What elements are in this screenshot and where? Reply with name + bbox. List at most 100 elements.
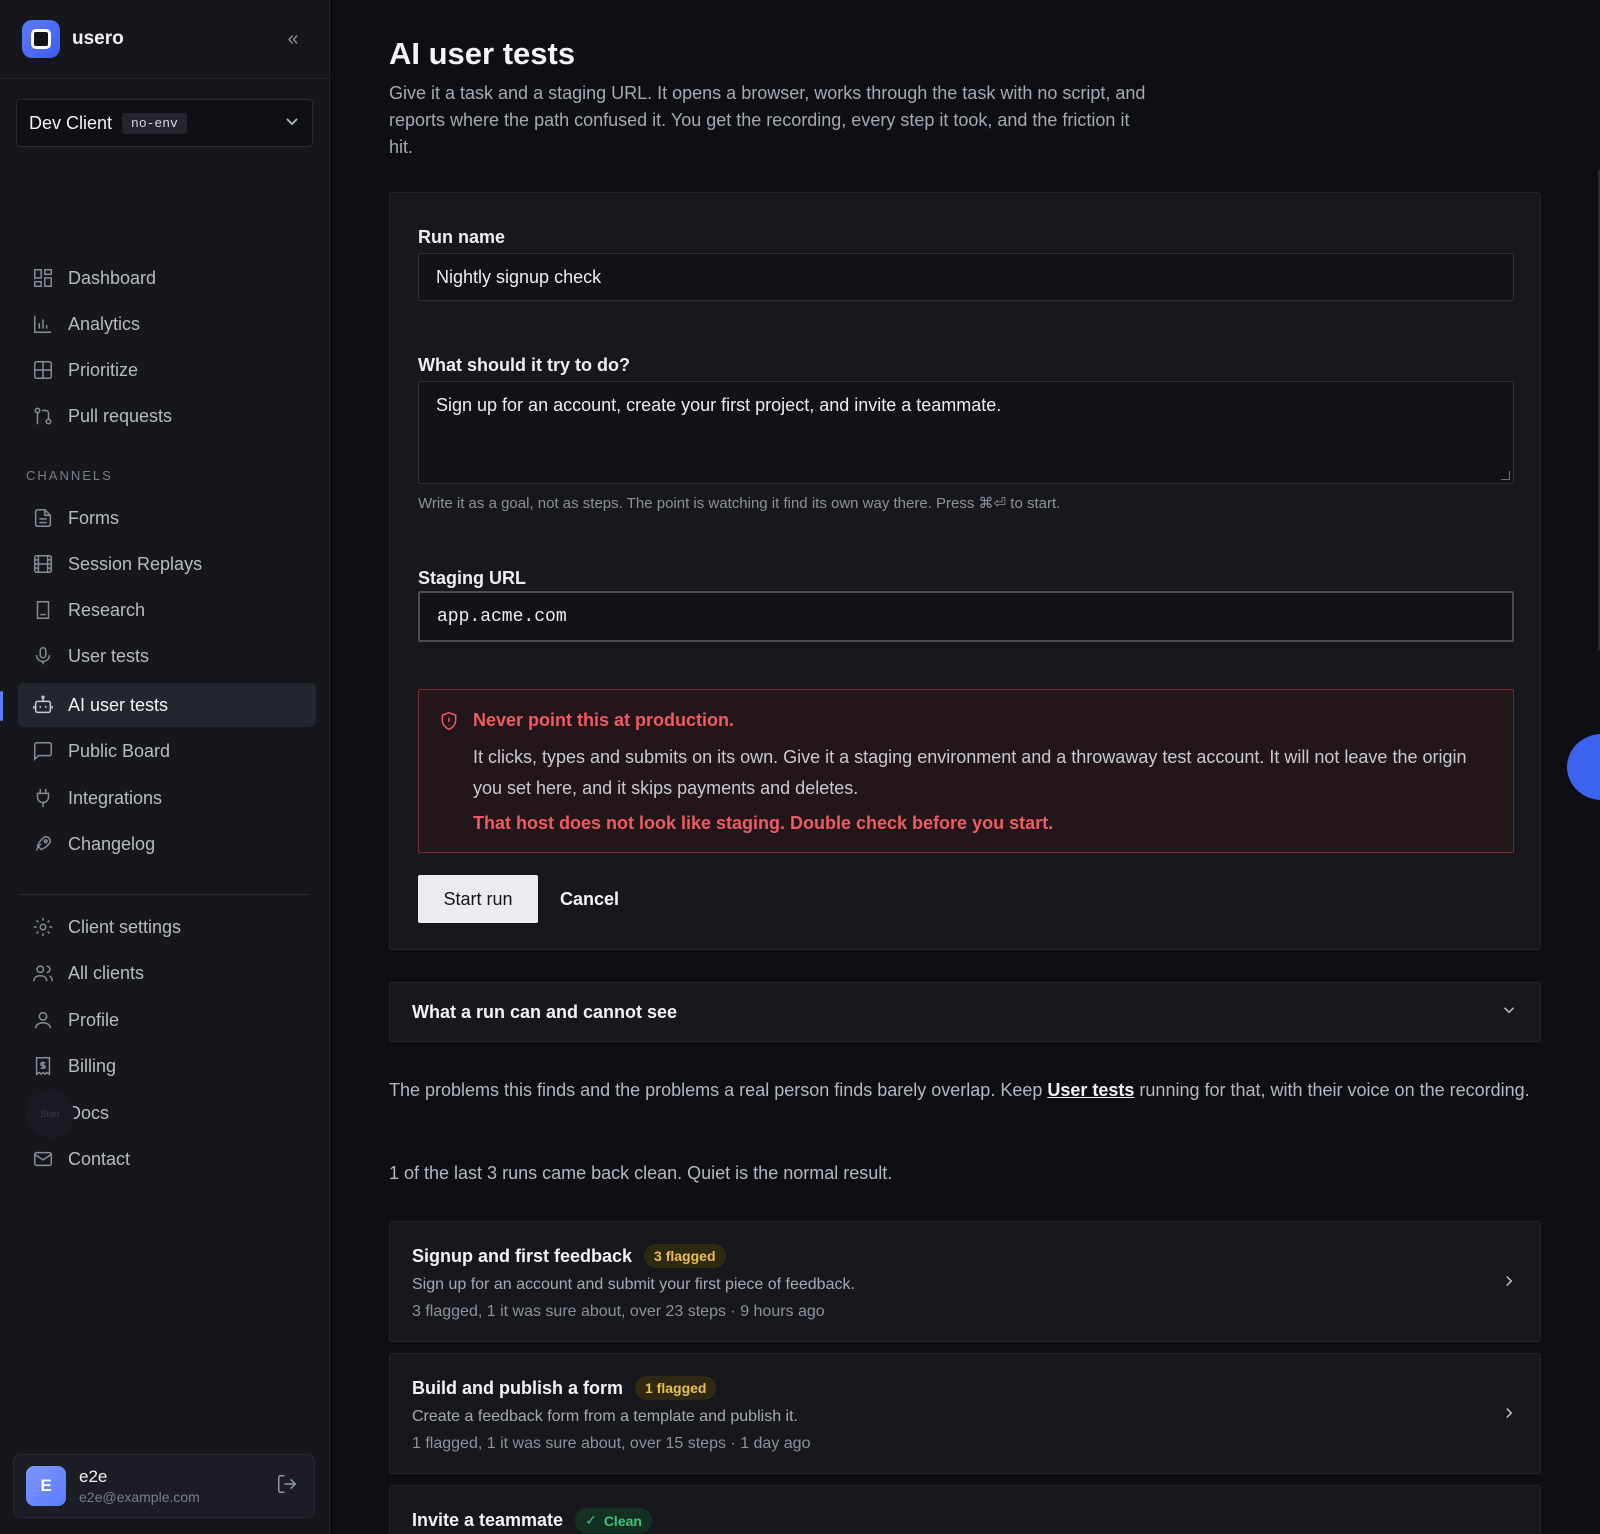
client-selector[interactable]: Dev Client no-env bbox=[16, 99, 313, 147]
flagged-badge: 3 flagged bbox=[644, 1244, 726, 1268]
note-text: running for that, with their voice on th… bbox=[1134, 1080, 1530, 1100]
warning-title: Never point this at production. bbox=[473, 710, 735, 730]
users-icon bbox=[33, 965, 53, 982]
client-name: Dev Client bbox=[29, 112, 113, 133]
sidebar-item-label: Public Board bbox=[68, 740, 171, 761]
accordion-title: What a run can and cannot see bbox=[412, 1001, 678, 1022]
message-square-icon bbox=[34, 742, 52, 762]
sidebar-item-analytics[interactable]: Analytics bbox=[18, 302, 316, 346]
staging-url-label: Staging URL bbox=[418, 568, 526, 588]
pull-request-icon bbox=[34, 407, 52, 425]
sidebar-item-label: Integrations bbox=[68, 787, 163, 808]
sidebar-item-label: Dashboard bbox=[68, 267, 157, 288]
sidebar-item-label: Docs bbox=[68, 1102, 110, 1123]
user-name: e2e bbox=[79, 1467, 108, 1486]
sidebar-item-session-replays[interactable]: Session Replays bbox=[18, 542, 316, 586]
plug-icon bbox=[36, 788, 50, 808]
sidebar-item-ai-user-tests[interactable]: AI user tests bbox=[18, 683, 316, 727]
run-title: Signup and first feedback bbox=[412, 1245, 633, 1266]
sidebar-divider bbox=[18, 894, 310, 895]
sidebar-item-label: Profile bbox=[68, 1009, 120, 1030]
analytics-icon bbox=[34, 315, 52, 333]
run-name-input[interactable]: Nightly signup check bbox=[418, 253, 1514, 301]
sidebar-item-forms[interactable]: Forms bbox=[18, 496, 316, 540]
note-text: The problems this finds and the problems… bbox=[389, 1080, 1048, 1100]
avatar: E bbox=[26, 1466, 66, 1506]
sidebar-item-label: All clients bbox=[68, 962, 145, 983]
receipt-icon bbox=[35, 1057, 51, 1076]
microphone-icon bbox=[35, 647, 51, 665]
logout-icon[interactable] bbox=[276, 1473, 302, 1499]
sidebar-item-public-board[interactable]: Public Board bbox=[18, 729, 316, 773]
sidebar-item-user-tests[interactable]: User tests bbox=[18, 634, 316, 678]
sidebar-item-changelog[interactable]: Changelog bbox=[18, 822, 316, 866]
run-title: Build and publish a form bbox=[412, 1377, 623, 1398]
chevron-right-icon bbox=[1500, 1404, 1518, 1427]
production-warning: Never point this at production. It click… bbox=[418, 689, 1514, 853]
brand-header: usero « bbox=[0, 0, 329, 79]
sidebar-item-prioritize[interactable]: Prioritize bbox=[18, 348, 316, 392]
sidebar-item-profile[interactable]: Profile bbox=[18, 998, 316, 1042]
run-meta: 1 flagged, 1 it was sure about, over 15 … bbox=[412, 1435, 811, 1452]
sidebar-item-research[interactable]: Research bbox=[18, 588, 316, 632]
gear-icon bbox=[33, 917, 53, 937]
staging-host-alert: That host does not look like staging. Do… bbox=[473, 813, 1054, 833]
sidebar-item-label: Session Replays bbox=[68, 553, 203, 574]
cancel-button[interactable]: Cancel bbox=[560, 875, 619, 923]
run-meta: 3 flagged, 1 it was sure about, over 23 … bbox=[412, 1303, 825, 1320]
sidebar-item-label: User tests bbox=[68, 645, 150, 666]
shield-alert-icon bbox=[439, 711, 459, 731]
sidebar-item-contact[interactable]: Contact bbox=[18, 1137, 316, 1181]
run-title: Invite a teammate bbox=[412, 1510, 564, 1530]
form-icon bbox=[34, 509, 52, 527]
resize-handle-icon[interactable] bbox=[1501, 471, 1510, 480]
start-tour-ghost[interactable]: Start bbox=[26, 1090, 74, 1138]
run-row[interactable]: Invite a teammate ✓ Clean bbox=[389, 1485, 1541, 1534]
usero-logo bbox=[22, 20, 60, 58]
page-description: Give it a task and a staging URL. It ope… bbox=[389, 83, 1146, 157]
sidebar-item-label: AI user tests bbox=[68, 694, 169, 715]
run-row[interactable]: Build and publish a form 1 flagged Creat… bbox=[389, 1353, 1541, 1474]
run-name-label: Run name bbox=[418, 227, 506, 247]
sidebar-item-pull-requests[interactable]: Pull requests bbox=[18, 394, 316, 438]
visibility-accordion[interactable]: What a run can and cannot see bbox=[389, 982, 1541, 1042]
sidebar-item-all-clients[interactable]: All clients bbox=[18, 951, 316, 995]
sidebar-item-dashboard[interactable]: Dashboard bbox=[18, 256, 316, 300]
user-email: e2e@example.com bbox=[79, 1489, 200, 1505]
channels-heading: CHANNELS bbox=[26, 468, 113, 483]
sidebar-item-billing[interactable]: Billing bbox=[18, 1044, 316, 1088]
sidebar-item-integrations[interactable]: Integrations bbox=[18, 776, 316, 820]
task-hint: Write it as a goal, not as steps. The po… bbox=[418, 495, 1061, 512]
chevron-down-icon bbox=[284, 113, 300, 134]
sidebar-item-label: Research bbox=[68, 599, 146, 620]
mail-icon bbox=[34, 1151, 52, 1167]
user-tests-link[interactable]: User tests bbox=[1047, 1080, 1134, 1100]
sidebar-item-label: Client settings bbox=[68, 916, 182, 937]
chevron-right-icon bbox=[1500, 1272, 1518, 1295]
env-badge: no-env bbox=[122, 112, 187, 134]
clean-badge: ✓ Clean bbox=[575, 1508, 652, 1533]
runs-summary: 1 of the last 3 runs came back clean. Qu… bbox=[389, 1163, 893, 1183]
run-description: Create a feedback form from a template a… bbox=[412, 1408, 798, 1425]
collapse-sidebar-icon[interactable]: « bbox=[279, 25, 307, 53]
staging-url-input[interactable]: app.acme.com bbox=[418, 591, 1514, 642]
robot-icon bbox=[33, 695, 53, 714]
prioritize-icon bbox=[34, 361, 52, 379]
user-tests-note: The problems this finds and the problems… bbox=[389, 1077, 1541, 1104]
sidebar-item-client-settings[interactable]: Client settings bbox=[18, 905, 316, 949]
run-row[interactable]: Signup and first feedback 3 flagged Sign… bbox=[389, 1221, 1541, 1342]
dashboard-icon bbox=[34, 269, 52, 287]
sidebar-item-label: Pull requests bbox=[68, 405, 173, 426]
chevron-down-icon bbox=[1500, 1001, 1518, 1024]
page-title: AI user tests bbox=[389, 36, 576, 71]
run-description: Sign up for an account and submit your f… bbox=[412, 1276, 855, 1293]
sidebar-item-label: Forms bbox=[68, 507, 119, 528]
brand-name: usero bbox=[72, 28, 124, 49]
task-textarea[interactable]: Sign up for an account, create your firs… bbox=[418, 381, 1514, 484]
sidebar-item-label: Billing bbox=[68, 1055, 117, 1076]
clean-badge-label: Clean bbox=[603, 1512, 642, 1529]
sidebar-item-label: Changelog bbox=[68, 833, 156, 854]
start-run-button[interactable]: Start run bbox=[418, 875, 538, 923]
user-card[interactable]: E e2e e2e@example.com bbox=[13, 1454, 315, 1518]
chat-launcher-button[interactable] bbox=[1567, 734, 1600, 800]
